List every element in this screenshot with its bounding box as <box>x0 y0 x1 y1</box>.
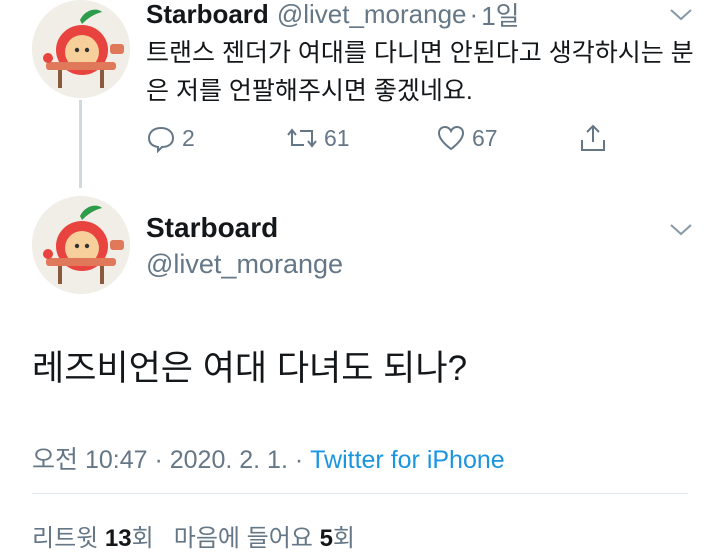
like-button[interactable]: 67 <box>436 118 498 158</box>
display-name[interactable]: Starboard <box>146 0 269 30</box>
reply-count: 2 <box>182 124 195 151</box>
user-handle[interactable]: @livet_morange <box>277 0 467 30</box>
retweets-count: 13 <box>104 525 132 552</box>
apple-character-icon <box>32 0 130 98</box>
display-name[interactable]: Starboard <box>146 212 278 244</box>
likes-count: 5 <box>319 525 333 552</box>
tweet-menu-button[interactable] <box>668 7 694 23</box>
separator: · <box>154 446 163 474</box>
retweet-button[interactable]: 61 <box>286 118 350 158</box>
heart-icon <box>437 125 465 151</box>
tweet-meta: 오전 10:47 · 2020. 2. 1. · Twitter for iPh… <box>32 440 505 476</box>
tweet-actions: 2 61 67 <box>146 118 616 158</box>
tweet-header: Starboard @livet_morange · 1일 <box>146 0 520 31</box>
source-link[interactable]: Twitter for iPhone <box>310 446 505 474</box>
avatar[interactable] <box>32 0 130 98</box>
avatar[interactable] <box>32 196 130 294</box>
tweet-text: 레즈비언은 여대 다녀도 되나? <box>32 349 468 388</box>
likes-label: 마음에 들어요 <box>173 525 313 552</box>
relative-time[interactable]: 1일 <box>481 0 519 33</box>
tweet-time[interactable]: 오전 10:47 <box>32 446 148 474</box>
share-icon <box>581 124 605 151</box>
retweet-count: 61 <box>324 124 350 151</box>
share-button[interactable] <box>578 118 608 158</box>
likes-stat[interactable]: 마음에 들어요 5회 <box>174 525 355 552</box>
tweet-menu-button[interactable] <box>668 222 694 238</box>
tweet-text: 트랜스 젠더가 여대를 다니면 안된다고 생각하시는 분은 저를 언팔해주시면 … <box>146 39 694 105</box>
retweets-stat[interactable]: 리트윗 13회 <box>32 525 154 552</box>
reply-icon <box>147 126 175 153</box>
separator: · <box>294 446 304 474</box>
tweet-date[interactable]: 2020. 2. 1. <box>170 446 288 474</box>
likes-unit: 회 <box>332 525 356 552</box>
like-count: 67 <box>472 124 498 151</box>
chevron-down-icon <box>670 9 692 21</box>
separator: · <box>469 0 479 29</box>
engagement-stats: 리트윗 13회 마음에 들어요 5회 <box>32 518 355 553</box>
reply-tweet[interactable]: Starboard @livet_morange · 1일 트랜스 젠더가 여대… <box>0 0 720 190</box>
retweets-label: 리트윗 <box>32 525 99 552</box>
chevron-down-icon <box>670 224 692 236</box>
reply-button[interactable]: 2 <box>146 118 195 158</box>
retweet-icon <box>287 128 317 148</box>
retweets-unit: 회 <box>131 525 154 552</box>
thread-line <box>79 100 82 188</box>
apple-character-icon <box>32 196 130 294</box>
user-handle[interactable]: @livet_morange <box>146 249 343 280</box>
divider <box>32 493 688 494</box>
